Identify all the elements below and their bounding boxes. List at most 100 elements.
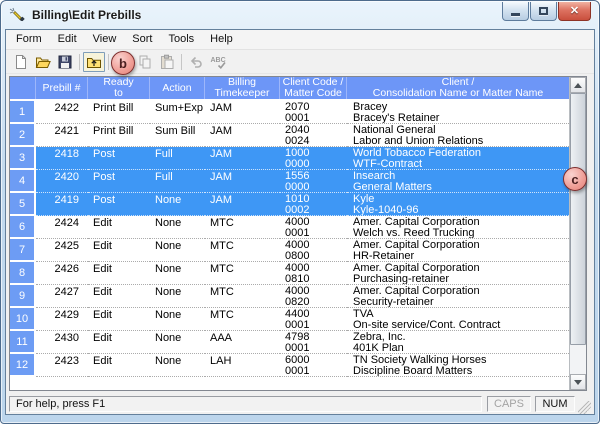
cell-client-matter-code[interactable]: 2070 0001 <box>280 101 347 124</box>
cell-action[interactable]: Sum Bill <box>150 124 205 147</box>
cell-client-matter-name[interactable]: Zebra, Inc. 401K Plan <box>347 331 569 354</box>
cell-client-matter-code[interactable]: 4798 0001 <box>280 331 347 354</box>
header-client-matter-code[interactable]: Client Code /Matter Code <box>280 77 347 99</box>
header-corner[interactable] <box>10 77 36 99</box>
table-row[interactable]: 6 2424 Edit None MTC 4000 0001 Amer. Cap… <box>10 216 569 239</box>
cell-prebill-number[interactable]: 2429 <box>36 308 88 331</box>
spellcheck-button[interactable]: ABC <box>207 52 229 72</box>
header-client-matter-name[interactable]: Client /Consolidation Name or Matter Nam… <box>347 77 569 99</box>
table-row[interactable]: 5 2419 Post None JAM 1010 0002 Kyle Kyle… <box>10 193 569 216</box>
cell-action[interactable]: None <box>150 239 205 262</box>
cell-client-matter-name[interactable]: Amer. Capital Corporation Welch vs. Reed… <box>347 216 569 239</box>
cell-action[interactable]: None <box>150 262 205 285</box>
cell-action[interactable]: None <box>150 193 205 216</box>
scrollbar-track[interactable] <box>570 345 586 374</box>
cell-client-matter-code[interactable]: 6000 0001 <box>280 354 347 377</box>
cell-action[interactable]: None <box>150 331 205 354</box>
cell-billing-timekeeper[interactable]: JAM <box>205 147 280 170</box>
cell-ready-to[interactable]: Edit <box>88 216 150 239</box>
cell-action[interactable]: None <box>150 216 205 239</box>
menu-sort[interactable]: Sort <box>124 31 160 48</box>
resize-grip[interactable] <box>578 401 591 414</box>
row-number-cell[interactable]: 1 <box>10 101 36 124</box>
scrollbar-thumb[interactable] <box>570 93 586 345</box>
table-row[interactable]: 9 2427 Edit None MTC 4000 0820 Amer. Cap… <box>10 285 569 308</box>
header-prebill-number[interactable]: Prebill # <box>36 77 88 99</box>
cell-prebill-number[interactable]: 2419 <box>36 193 88 216</box>
cell-client-matter-name[interactable]: World Tobacco Federation WTF-Contract <box>347 147 569 170</box>
cell-client-matter-code[interactable]: 4000 0800 <box>280 239 347 262</box>
cell-billing-timekeeper[interactable]: JAM <box>205 193 280 216</box>
cell-client-matter-name[interactable]: TN Society Walking Horses Discipline Boa… <box>347 354 569 377</box>
cell-client-matter-name[interactable]: Bracey Bracey's Retainer <box>347 101 569 124</box>
cell-ready-to[interactable]: Print Bill <box>88 124 150 147</box>
undo-button[interactable] <box>185 52 207 72</box>
table-row[interactable]: 1 2422 Print Bill Sum+Exp JAM 2070 0001 … <box>10 101 569 124</box>
menu-form[interactable]: Form <box>8 31 50 48</box>
cell-billing-timekeeper[interactable]: AAA <box>205 331 280 354</box>
header-action[interactable]: Action <box>150 77 205 99</box>
cell-billing-timekeeper[interactable]: MTC <box>205 285 280 308</box>
folder-up-button[interactable] <box>83 52 105 72</box>
cell-client-matter-name[interactable]: Insearch General Matters <box>347 170 569 193</box>
table-row[interactable]: 3 2418 Post Full JAM 1000 0000 World Tob… <box>10 147 569 170</box>
cell-billing-timekeeper[interactable]: LAH <box>205 354 280 377</box>
save-button[interactable] <box>54 52 76 72</box>
minimize-button[interactable] <box>502 2 529 21</box>
cell-billing-timekeeper[interactable]: MTC <box>205 216 280 239</box>
header-ready-to[interactable]: Readyto <box>88 77 150 99</box>
cell-ready-to[interactable]: Print Bill <box>88 101 150 124</box>
cell-client-matter-name[interactable]: National General Labor and Union Relatio… <box>347 124 569 147</box>
row-number-cell[interactable]: 7 <box>10 239 36 262</box>
menu-help[interactable]: Help <box>202 31 241 48</box>
table-row[interactable]: 4 2420 Post Full JAM 1556 0000 Insearch … <box>10 170 569 193</box>
cell-prebill-number[interactable]: 2422 <box>36 101 88 124</box>
cell-prebill-number[interactable]: 2426 <box>36 262 88 285</box>
cell-ready-to[interactable]: Edit <box>88 354 150 377</box>
table-row[interactable]: 2 2421 Print Bill Sum Bill JAM 2040 0024… <box>10 124 569 147</box>
cell-client-matter-code[interactable]: 1556 0000 <box>280 170 347 193</box>
cell-client-matter-code[interactable]: 4000 0820 <box>280 285 347 308</box>
cell-prebill-number[interactable]: 2430 <box>36 331 88 354</box>
cell-prebill-number[interactable]: 2425 <box>36 239 88 262</box>
copy-button[interactable] <box>134 52 156 72</box>
cell-ready-to[interactable]: Post <box>88 147 150 170</box>
table-row[interactable]: 10 2429 Edit None MTC 4400 0001 TVA On-s… <box>10 308 569 331</box>
cell-client-matter-code[interactable]: 2040 0024 <box>280 124 347 147</box>
cell-client-matter-code[interactable]: 4400 0001 <box>280 308 347 331</box>
table-row[interactable]: 8 2426 Edit None MTC 4000 0810 Amer. Cap… <box>10 262 569 285</box>
cell-client-matter-code[interactable]: 1010 0002 <box>280 193 347 216</box>
scroll-up-button[interactable] <box>570 77 586 93</box>
row-number-cell[interactable]: 6 <box>10 216 36 239</box>
cell-ready-to[interactable]: Edit <box>88 239 150 262</box>
menu-edit[interactable]: Edit <box>50 31 85 48</box>
cell-prebill-number[interactable]: 2423 <box>36 354 88 377</box>
row-number-cell[interactable]: 8 <box>10 262 36 285</box>
menu-tools[interactable]: Tools <box>160 31 202 48</box>
cell-prebill-number[interactable]: 2424 <box>36 216 88 239</box>
row-number-cell[interactable]: 5 <box>10 193 36 216</box>
row-number-cell[interactable]: 3 <box>10 147 36 170</box>
cell-action[interactable]: None <box>150 354 205 377</box>
cell-action[interactable]: None <box>150 308 205 331</box>
cell-ready-to[interactable]: Edit <box>88 285 150 308</box>
cell-billing-timekeeper[interactable]: MTC <box>205 308 280 331</box>
row-number-cell[interactable]: 12 <box>10 354 36 377</box>
cell-ready-to[interactable]: Post <box>88 170 150 193</box>
cell-prebill-number[interactable]: 2420 <box>36 170 88 193</box>
new-document-button[interactable] <box>10 52 32 72</box>
cell-action[interactable]: Full <box>150 147 205 170</box>
row-number-cell[interactable]: 2 <box>10 124 36 147</box>
table-row[interactable]: 12 2423 Edit None LAH 6000 0001 TN Socie… <box>10 354 569 377</box>
cell-client-matter-name[interactable]: TVA On-site service/Cont. Contract <box>347 308 569 331</box>
cell-action[interactable]: Full <box>150 170 205 193</box>
cell-client-matter-name[interactable]: Amer. Capital Corporation Security-retai… <box>347 285 569 308</box>
cell-prebill-number[interactable]: 2418 <box>36 147 88 170</box>
maximize-button[interactable] <box>530 2 557 21</box>
menu-view[interactable]: View <box>85 31 125 48</box>
cell-client-matter-name[interactable]: Amer. Capital Corporation Purchasing-ret… <box>347 262 569 285</box>
cell-ready-to[interactable]: Edit <box>88 331 150 354</box>
cell-client-matter-code[interactable]: 4000 0001 <box>280 216 347 239</box>
cell-billing-timekeeper[interactable]: MTC <box>205 262 280 285</box>
cell-client-matter-name[interactable]: Kyle Kyle-1040-96 <box>347 193 569 216</box>
